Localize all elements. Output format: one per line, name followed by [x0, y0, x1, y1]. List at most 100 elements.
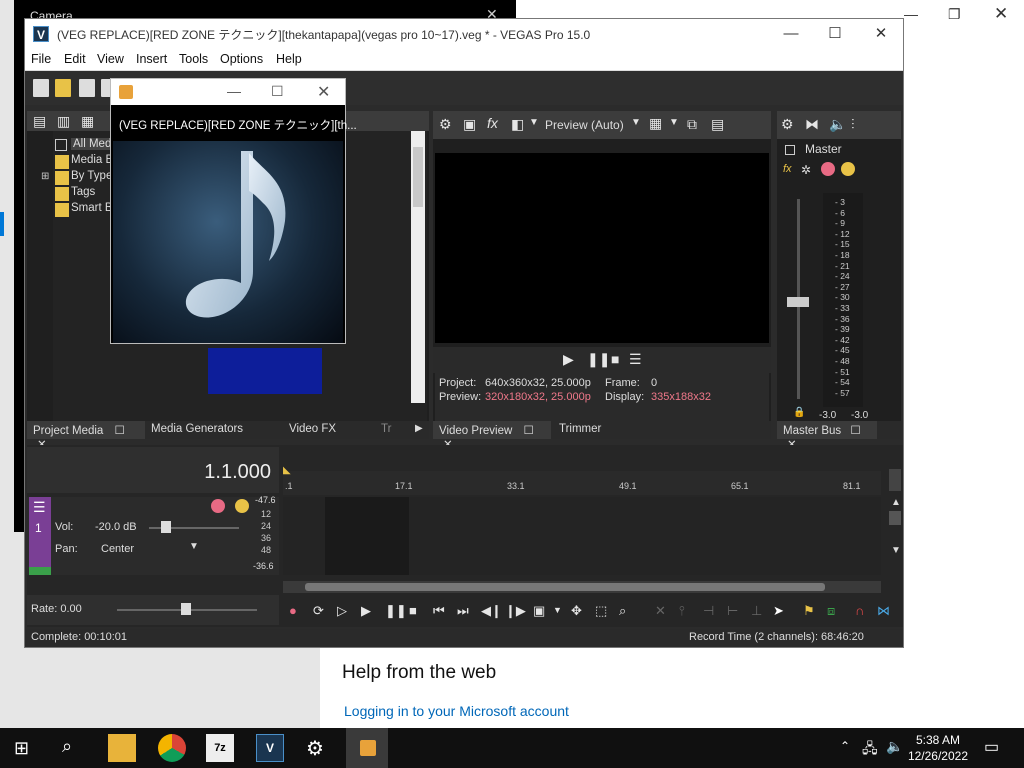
pause-icon[interactable]: ❚❚: [587, 351, 610, 368]
vol-slider-handle[interactable]: [161, 521, 171, 533]
previous-frame-icon[interactable]: ◀❙: [481, 603, 502, 619]
region-icon[interactable]: ⧈: [827, 603, 835, 619]
track-2-bar[interactable]: [29, 567, 51, 575]
copy-snapshot-icon[interactable]: ⧉: [687, 116, 697, 133]
solo-icon[interactable]: [841, 162, 855, 176]
envelope-tool-icon[interactable]: ✥: [571, 603, 582, 619]
stop-icon[interactable]: ■: [409, 603, 417, 618]
horizontal-scrollbar[interactable]: [283, 581, 881, 593]
menu-insert[interactable]: Insert: [136, 52, 167, 66]
scroll-thumb[interactable]: [889, 511, 901, 525]
play-icon[interactable]: ▶: [563, 351, 574, 368]
preview-quality-select[interactable]: Preview (Auto): [545, 118, 624, 132]
stop-icon[interactable]: ■: [611, 351, 619, 367]
minimize-icon[interactable]: —: [904, 6, 918, 22]
network-icon[interactable]: 🖧: [862, 738, 878, 762]
delete-icon[interactable]: ✕: [655, 603, 666, 619]
search-icon[interactable]: ⌕: [62, 736, 72, 757]
tab-video-preview[interactable]: Video Preview ☐ ✕: [433, 421, 551, 451]
trim-start-icon[interactable]: ⊣: [703, 603, 714, 619]
mixer-icon[interactable]: ⫶: [851, 116, 855, 133]
pause-icon[interactable]: ❚❚: [385, 603, 407, 619]
windows-start-icon[interactable]: ⊞: [14, 738, 29, 759]
close-icon[interactable]: ✕: [317, 82, 330, 102]
trim-icon[interactable]: ⫯: [679, 603, 685, 619]
chevron-down-icon[interactable]: ▼: [891, 545, 901, 556]
record-icon[interactable]: ●: [289, 603, 297, 618]
chevron-down-icon[interactable]: ▼: [529, 117, 539, 128]
minimize-icon[interactable]: —: [227, 83, 241, 99]
automation-icon[interactable]: ✲: [801, 163, 811, 177]
cursor-marker-icon[interactable]: ◣: [283, 465, 291, 476]
selection-tool-icon[interactable]: ⬚: [595, 603, 607, 619]
chevron-down-icon[interactable]: ▼: [669, 117, 679, 128]
next-frame-icon[interactable]: ❙▶: [505, 603, 526, 619]
tab-transitions[interactable]: Tr: [381, 423, 391, 435]
tab-master-bus[interactable]: Master Bus ☐ ✕: [777, 421, 877, 451]
expand-icon[interactable]: ⊞: [41, 171, 49, 182]
gear-icon[interactable]: ⚙: [439, 116, 452, 133]
file-explorer-icon[interactable]: [108, 734, 136, 762]
minimize-icon[interactable]: —: [769, 23, 813, 45]
go-to-end-icon[interactable]: ⏭: [457, 603, 469, 619]
zoom-tool-icon[interactable]: ⌕: [619, 603, 626, 619]
restore-icon[interactable]: ❐: [948, 6, 961, 23]
menu-file[interactable]: File: [31, 52, 51, 66]
loop-icon[interactable]: ⟳: [313, 603, 324, 619]
help-link[interactable]: Logging in to your Microsoft account: [344, 703, 569, 719]
track-menu-icon[interactable]: ☰: [33, 499, 46, 516]
menu-help[interactable]: Help: [276, 52, 302, 66]
clock-date[interactable]: 12/26/2022: [908, 749, 968, 763]
auto-ripple-icon[interactable]: ⋈: [877, 603, 890, 619]
tree-item-tags[interactable]: Tags: [71, 186, 95, 198]
7zip-icon[interactable]: 7z: [206, 734, 234, 762]
play-icon[interactable]: ▶: [361, 603, 371, 619]
split-icon[interactable]: ⊥: [751, 603, 762, 619]
gear-icon[interactable]: ⚙: [781, 116, 794, 133]
import-media-icon[interactable]: ▤: [33, 113, 46, 130]
rate-slider-handle[interactable]: [181, 603, 191, 615]
undock-icon[interactable]: ☐: [115, 425, 125, 437]
chrome-icon[interactable]: [158, 734, 186, 762]
event-region[interactable]: [325, 497, 409, 575]
mute-icon[interactable]: [211, 499, 225, 513]
undock-icon[interactable]: ☐: [524, 425, 534, 437]
chevron-down-icon[interactable]: ▼: [631, 117, 641, 128]
snapping-icon[interactable]: ∩: [855, 603, 864, 618]
tab-trimmer[interactable]: Trimmer: [559, 423, 601, 435]
vertical-scrollbar[interactable]: [411, 131, 425, 403]
marker-flag-icon[interactable]: ⚑: [803, 603, 815, 619]
track-area[interactable]: [283, 497, 881, 575]
chevron-up-icon[interactable]: ⌃: [840, 739, 850, 753]
solo-icon[interactable]: [235, 499, 249, 513]
edit-tool-icon[interactable]: ▣: [533, 603, 545, 619]
chevron-down-icon[interactable]: ▼: [553, 605, 562, 615]
external-monitor-icon[interactable]: ◧: [511, 116, 524, 133]
properties-icon[interactable]: ▦: [81, 113, 94, 130]
maximize-icon[interactable]: ☐: [813, 23, 857, 45]
tree-item-by-type[interactable]: By Type: [71, 170, 112, 182]
downmix-icon[interactable]: ⧓: [805, 116, 819, 133]
grid-icon[interactable]: ▦: [649, 115, 662, 132]
lock-icon[interactable]: 🔒: [793, 407, 805, 418]
tab-video-fx[interactable]: Video FX: [289, 423, 336, 435]
menu-tools[interactable]: Tools: [179, 52, 208, 66]
vegas-taskbar-icon[interactable]: V: [256, 734, 284, 762]
go-to-start-icon[interactable]: ⏮: [433, 603, 445, 619]
capture-icon[interactable]: ▥: [57, 113, 70, 130]
chevron-up-icon[interactable]: ▲: [891, 497, 901, 508]
notification-icon[interactable]: ▭: [984, 737, 999, 757]
save-snapshot-icon[interactable]: ▤: [711, 116, 724, 133]
speaker-icon[interactable]: 🔈: [829, 116, 846, 133]
scrollbar-thumb[interactable]: [413, 147, 423, 207]
pan-slider-handle[interactable]: ▼: [189, 541, 199, 552]
menu-icon[interactable]: ☰: [629, 351, 642, 368]
trim-end-icon[interactable]: ⊢: [727, 603, 738, 619]
fx-icon[interactable]: fx: [783, 163, 792, 175]
maximize-icon[interactable]: ☐: [271, 83, 284, 100]
volume-icon[interactable]: 🔈: [886, 738, 903, 755]
split-screen-icon[interactable]: ▣: [463, 116, 476, 133]
menu-options[interactable]: Options: [220, 52, 263, 66]
new-file-icon[interactable]: [33, 79, 49, 97]
close-icon[interactable]: ✕: [994, 4, 1008, 24]
